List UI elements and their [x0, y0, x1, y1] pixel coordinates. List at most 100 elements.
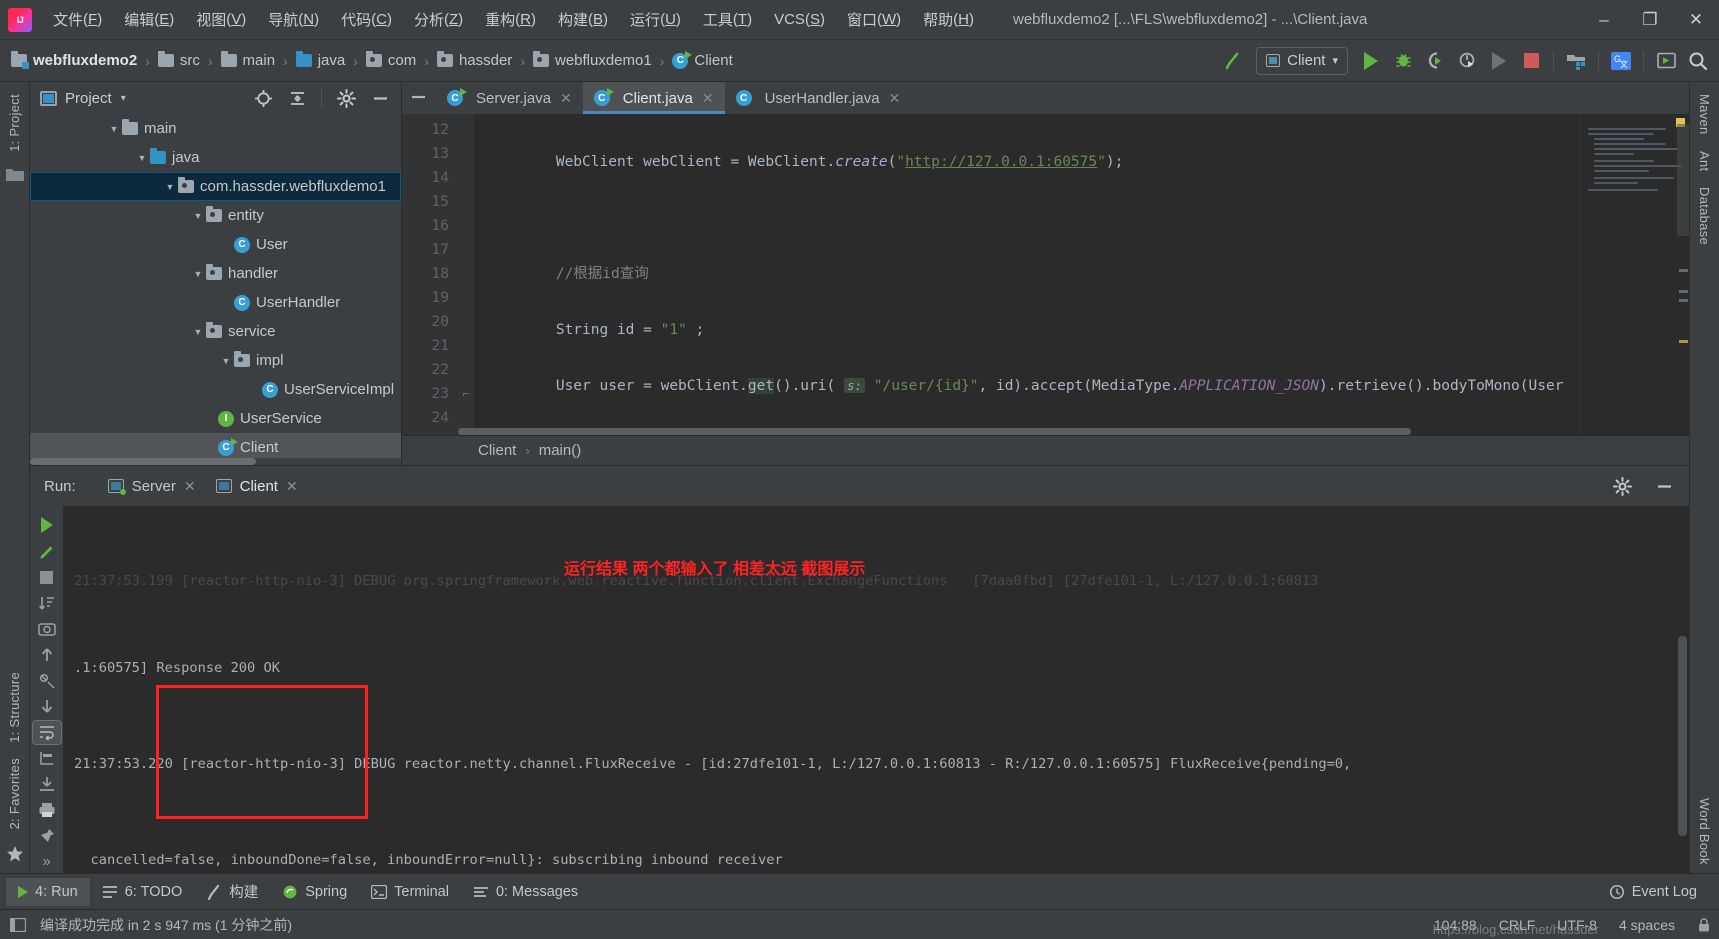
close-icon[interactable]: ✕	[702, 90, 714, 107]
project-structure-button[interactable]	[1561, 46, 1591, 76]
tool-window-ant-stripe[interactable]: Ant	[1697, 143, 1712, 179]
scroll-up-button[interactable]	[33, 643, 61, 666]
run-tab-client[interactable]: Client ✕	[206, 472, 308, 509]
download-button[interactable]	[33, 773, 61, 796]
editor-vertical-scrollbar[interactable]	[1677, 114, 1689, 435]
breadcrumb-item-webfluxdemo1[interactable]: webfluxdemo1	[530, 50, 655, 71]
debug-button[interactable]	[1388, 46, 1418, 76]
menu-file[interactable]: 文件(F)	[42, 0, 113, 39]
bottom-tab-messages[interactable]: 0: Messages	[461, 878, 590, 906]
event-log-button[interactable]: Event Log	[1597, 878, 1709, 906]
menu-navigate[interactable]: 导航(N)	[257, 0, 330, 39]
stop-button[interactable]	[1516, 46, 1546, 76]
print-button[interactable]	[33, 798, 61, 821]
maximize-button[interactable]: ❐	[1627, 0, 1673, 40]
close-icon[interactable]: ✕	[889, 90, 901, 107]
menu-run[interactable]: 运行(U)	[619, 0, 692, 39]
editor-minimap[interactable]	[1579, 114, 1689, 435]
settings-gear-icon[interactable]	[331, 83, 361, 113]
code-folding-gutter[interactable]: ⌐	[458, 114, 474, 435]
edit-configuration-button[interactable]	[33, 540, 61, 563]
breadcrumb-class[interactable]: Client	[478, 442, 516, 459]
menu-help[interactable]: 帮助(H)	[912, 0, 985, 39]
tree-node-java[interactable]: ▼ java	[30, 143, 401, 172]
profile-button[interactable]	[1452, 46, 1482, 76]
breadcrumb-item-src[interactable]: src	[155, 50, 203, 71]
close-icon[interactable]: ✕	[560, 90, 572, 107]
tree-node-handler[interactable]: ▼ handler	[30, 259, 401, 288]
menu-code[interactable]: 代码(C)	[330, 0, 403, 39]
tool-window-project-stripe[interactable]: 1: Project	[7, 86, 22, 160]
breadcrumb-item-hassder[interactable]: hassder	[434, 50, 515, 71]
chevron-down-icon[interactable]: ▾	[121, 93, 126, 104]
expand-arrow-icon[interactable]: ▼	[134, 153, 150, 163]
close-button[interactable]: ✕	[1673, 0, 1719, 40]
settings-gear-icon[interactable]	[1607, 471, 1637, 501]
menu-analyze[interactable]: 分析(Z)	[403, 0, 474, 39]
project-horizontal-scrollbar[interactable]	[30, 458, 401, 465]
breadcrumb-item-java[interactable]: java	[293, 50, 349, 71]
tree-node-userservice[interactable]: I UserService	[30, 404, 401, 433]
menu-build[interactable]: 构建(B)	[547, 0, 619, 39]
menu-edit[interactable]: 编辑(E)	[113, 0, 185, 39]
expand-arrow-icon[interactable]: ▼	[218, 356, 234, 366]
locate-icon[interactable]	[248, 83, 278, 113]
tree-node-entity[interactable]: ▼ entity	[30, 201, 401, 230]
run-button[interactable]	[1356, 46, 1386, 76]
update-project-button[interactable]	[1651, 46, 1681, 76]
hide-panel-icon[interactable]	[1649, 471, 1679, 501]
hide-panel-icon[interactable]	[365, 83, 395, 113]
sort-button[interactable]	[33, 592, 61, 615]
soft-wrap-toggle-button[interactable]	[31, 719, 62, 745]
rerun-dim-button[interactable]	[1484, 46, 1514, 76]
close-icon[interactable]: ✕	[184, 478, 196, 495]
editor-tab-userhandler[interactable]: C UserHandler.java ✕	[725, 82, 912, 114]
pin-button[interactable]	[33, 824, 61, 847]
console-vertical-scrollbar[interactable]	[1678, 636, 1687, 836]
translate-button[interactable]: G文	[1606, 46, 1636, 76]
menu-tools[interactable]: 工具(T)	[692, 0, 763, 39]
menu-refactor[interactable]: 重构(R)	[474, 0, 547, 39]
tree-node-userserviceimpl[interactable]: C UserServiceImpl	[30, 375, 401, 404]
editor-horizontal-scrollbar[interactable]	[458, 428, 1579, 435]
suppress-button[interactable]	[33, 669, 61, 692]
run-with-coverage-button[interactable]	[1420, 46, 1450, 76]
run-tab-server[interactable]: Server ✕	[98, 472, 206, 501]
tree-node-impl[interactable]: ▼ impl	[30, 346, 401, 375]
search-everywhere-button[interactable]	[1683, 46, 1713, 76]
stop-button[interactable]	[33, 566, 61, 589]
lock-icon[interactable]	[1697, 917, 1711, 933]
expand-arrow-icon[interactable]: ▼	[162, 182, 178, 192]
bottom-tab-spring[interactable]: Spring	[270, 878, 359, 906]
tree-node-userhandler[interactable]: C UserHandler	[30, 288, 401, 317]
tree-node-user[interactable]: C User	[30, 230, 401, 259]
expand-arrow-icon[interactable]: ▼	[190, 327, 206, 337]
tree-node-service[interactable]: ▼ service	[30, 317, 401, 346]
indent-setting[interactable]: 4 spaces	[1619, 917, 1675, 933]
breadcrumb-item-main[interactable]: main	[218, 50, 279, 71]
tool-window-database-stripe[interactable]: Database	[1697, 179, 1712, 253]
expand-arrow-icon[interactable]: ▼	[190, 269, 206, 279]
menu-vcs[interactable]: VCS(S)	[763, 0, 836, 39]
expand-arrow-icon[interactable]: ▼	[190, 211, 206, 221]
breadcrumb-item-module[interactable]: webfluxdemo2	[8, 50, 140, 71]
tool-window-maven-stripe[interactable]: Maven	[1697, 86, 1712, 143]
bottom-tab-build[interactable]: 构建	[194, 878, 270, 906]
star-icon[interactable]	[6, 845, 24, 863]
more-actions-button[interactable]: »	[33, 850, 61, 873]
close-icon[interactable]: ✕	[286, 478, 298, 495]
hide-editor-tabs-icon[interactable]	[402, 82, 436, 112]
collapse-all-icon[interactable]	[282, 83, 312, 113]
breadcrumb-method[interactable]: main()	[539, 442, 582, 459]
code-text[interactable]: WebClient webClient = WebClient.create("…	[474, 114, 1579, 435]
editor-tab-client[interactable]: C Client.java ✕	[582, 82, 725, 114]
bottom-tab-run[interactable]: 4: Run	[6, 877, 90, 906]
bottom-tab-terminal[interactable]: Terminal	[359, 878, 461, 906]
bottom-tab-todo[interactable]: 6: TODO	[90, 878, 194, 906]
tree-node-main[interactable]: ▼ main	[30, 114, 401, 143]
minimize-button[interactable]: –	[1581, 0, 1627, 40]
rerun-button[interactable]	[33, 514, 61, 537]
run-console-output[interactable]: 21:37:53.199 [reactor-http-nio-3] DEBUG …	[64, 506, 1689, 873]
tool-window-wordbook-stripe[interactable]: Word Book	[1697, 790, 1712, 873]
tool-window-structure-stripe[interactable]: 1: Structure	[7, 664, 22, 751]
